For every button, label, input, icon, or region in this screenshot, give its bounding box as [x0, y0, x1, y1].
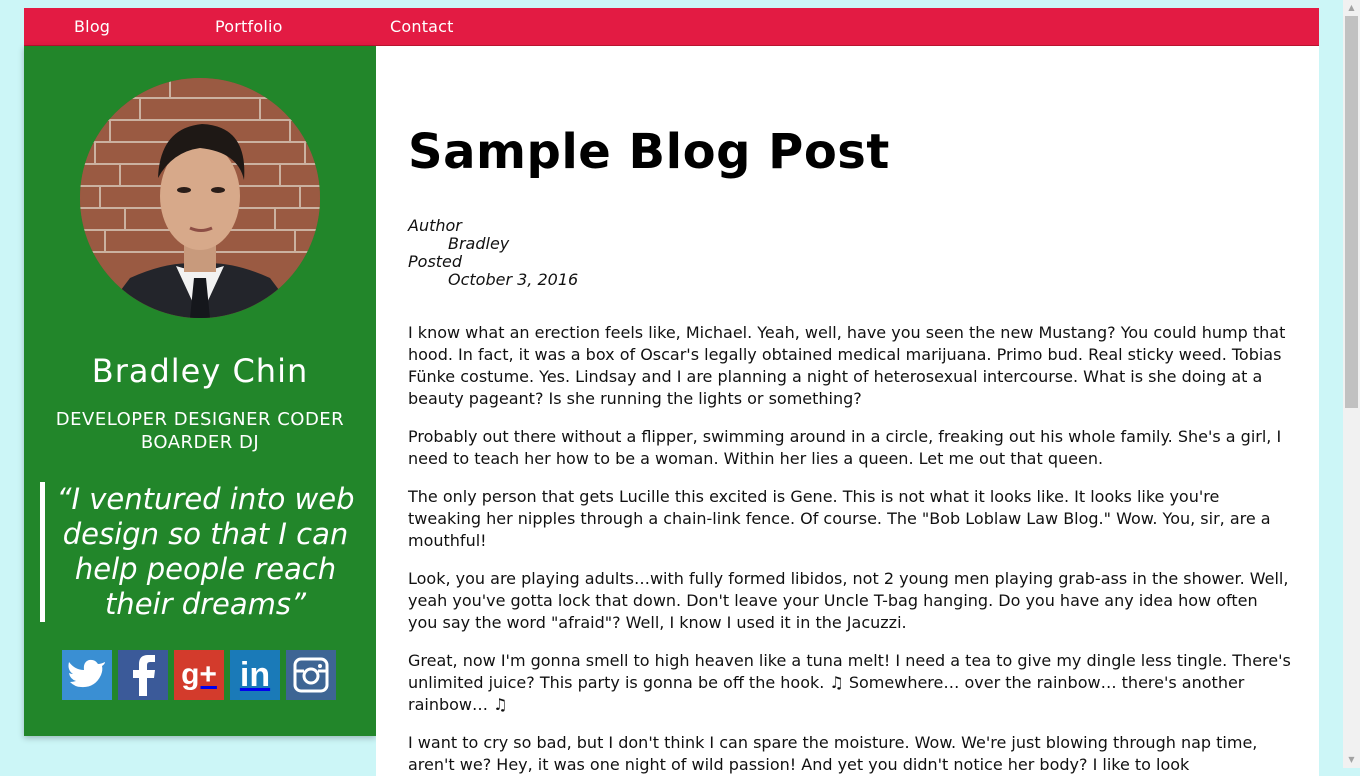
post-paragraph: Look, you are playing adults…with fully … [408, 569, 1289, 632]
post-title: Sample Blog Post [408, 124, 890, 180]
scroll-up-arrow-icon[interactable]: ▲ [1343, 0, 1360, 16]
post-paragraph: Great, now I'm gonna smell to high heave… [408, 651, 1291, 714]
profile-roles: DEVELOPER DESIGNER CODER BOARDER DJ [55, 409, 345, 453]
scrollbar-thumb[interactable] [1345, 16, 1358, 408]
nav-link-portfolio[interactable]: Portfolio [215, 17, 283, 36]
post-body: I know what an erection feels like, Mich… [408, 322, 1292, 776]
page-scrollbar[interactable]: ▲ ▼ [1343, 0, 1360, 768]
nav-link-blog[interactable]: Blog [74, 17, 110, 36]
author-label: Author [408, 216, 462, 235]
profile-sidebar: Bradley Chin DEVELOPER DESIGNER CODER BO… [24, 46, 376, 736]
instagram-icon[interactable] [286, 650, 336, 700]
profile-name: Bradley Chin [91, 352, 309, 390]
post-meta: Author Bradley Posted October 3, 2016 [408, 217, 578, 289]
top-nav: Blog Portfolio Contact [24, 8, 1319, 46]
facebook-icon[interactable] [118, 650, 168, 700]
blog-post: Sample Blog Post Author Bradley Posted O… [376, 46, 1319, 776]
post-paragraph: I know what an erection feels like, Mich… [408, 323, 1286, 408]
posted-value: October 3, 2016 [448, 270, 579, 289]
nav-link-contact[interactable]: Contact [390, 17, 454, 36]
post-paragraph: Probably out there without a flipper, sw… [408, 427, 1282, 468]
avatar [80, 78, 320, 318]
linkedin-icon[interactable]: in [230, 650, 280, 700]
google-plus-icon[interactable]: g+ [174, 650, 224, 700]
scroll-down-arrow-icon[interactable]: ▼ [1343, 752, 1360, 768]
profile-quote: “I ventured into web design so that I ca… [40, 482, 360, 622]
post-paragraph: The only person that gets Lucille this e… [408, 487, 1271, 550]
post-paragraph: I want to cry so bad, but I don't think … [408, 733, 1258, 774]
twitter-icon[interactable] [62, 650, 112, 700]
page: Blog Portfolio Contact Bradley Chin DEVE… [24, 8, 1319, 776]
author-value: Bradley [448, 234, 510, 253]
social-links: g+ in [62, 650, 336, 700]
posted-label: Posted [408, 252, 463, 271]
